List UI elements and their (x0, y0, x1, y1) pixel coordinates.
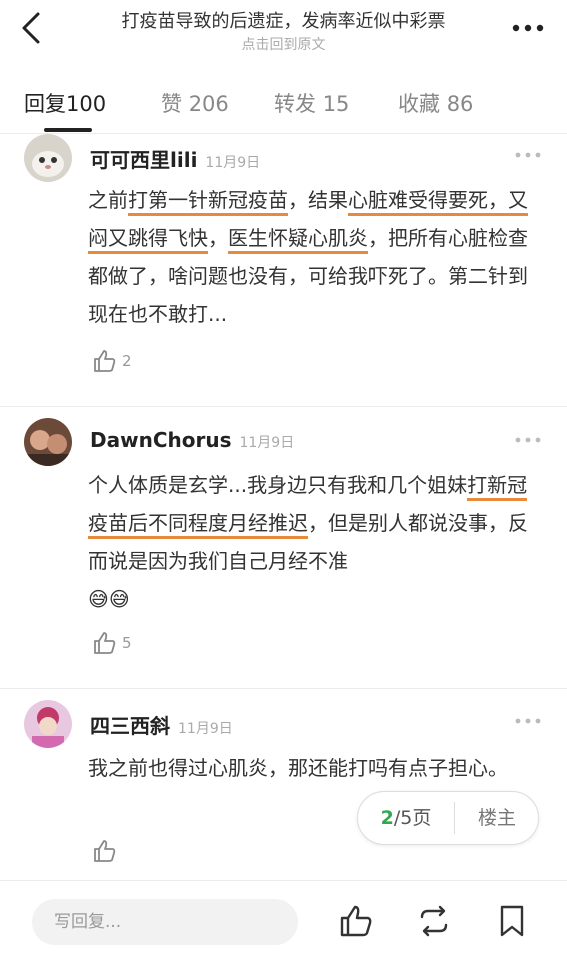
author-name[interactable]: 可可西里lili (90, 148, 197, 172)
like-post-icon[interactable] (338, 903, 374, 939)
tab-reposts[interactable]: 转发 15 (274, 88, 349, 118)
like-count: 2 (122, 352, 132, 370)
emoji-sweat-smile: 😅😅 (88, 587, 130, 611)
tab-replies-count: 100 (66, 92, 107, 116)
avatar[interactable] (24, 134, 72, 182)
divider (0, 406, 567, 407)
comment-author[interactable]: 可可西里lili 11月9日 (90, 144, 260, 173)
bookmark-icon[interactable] (494, 903, 530, 939)
tab-reposts-count: 15 (322, 92, 350, 116)
comment-date: 11月9日 (178, 721, 233, 737)
page-navigator: 2/5页 楼主 (357, 791, 539, 845)
like-count: 5 (122, 634, 132, 652)
comment-text: 我之前也得过心肌炎，那还能打吗有点子担心。 (88, 749, 540, 787)
tab-likes-count: 206 (188, 92, 229, 116)
comment-more-icon[interactable] (515, 150, 541, 160)
comment-text: 个人体质是玄学...我身边只有我和几个姐妹打新冠疫苗后不同程度月经推迟，但是别人… (88, 466, 540, 618)
back-arrow-icon[interactable] (18, 10, 48, 46)
tab-replies-label: 回复 (24, 92, 66, 116)
text-segment: ， (208, 226, 228, 250)
thumbs-up-icon[interactable] (92, 348, 118, 374)
tab-likes-label: 赞 (161, 92, 182, 116)
comment-date: 11月9日 (205, 155, 261, 171)
text-segment: ，结果 (288, 188, 348, 212)
back-to-post-link[interactable]: 点击回到原文 (70, 34, 497, 54)
page-total: /5页 (393, 807, 432, 829)
highlighted-text: 医生怀疑心肌炎 (228, 226, 368, 254)
text-segment: 个人体质是玄学...我身边只有我和几个姐妹 (88, 473, 468, 497)
author-name[interactable]: DawnChorus (90, 428, 231, 452)
page-indicator-button[interactable]: 2/5页 (358, 792, 454, 844)
tab-favorites[interactable]: 收藏 86 (398, 88, 473, 118)
op-only-button[interactable]: 楼主 (455, 792, 539, 844)
active-tab-indicator (44, 128, 92, 132)
bottom-action-bar (0, 880, 567, 960)
post-title: 打疫苗导致的后遗症，发病率近似中彩票 (121, 11, 446, 32)
tab-favorites-count: 86 (446, 92, 474, 116)
tab-bar: 回复100 赞 206 转发 15 收藏 86 (0, 62, 567, 134)
comment-author[interactable]: DawnChorus 11月9日 (90, 428, 294, 452)
avatar[interactable] (24, 700, 72, 748)
reply-input[interactable] (32, 899, 298, 945)
current-page: 2 (380, 807, 394, 829)
repost-icon[interactable] (416, 903, 452, 939)
text-segment: 之前 (88, 188, 128, 212)
highlighted-text: 心脏难受得要 (348, 188, 468, 216)
thumbs-up-icon[interactable] (92, 630, 118, 656)
author-name[interactable]: 四三西斜 (90, 714, 170, 738)
tab-replies[interactable]: 回复100 (24, 88, 106, 118)
tab-likes[interactable]: 赞 206 (161, 88, 229, 118)
comment-more-icon[interactable] (515, 716, 541, 726)
thumbs-up-icon[interactable] (92, 838, 118, 864)
comment-author[interactable]: 四三西斜 11月9日 (90, 710, 233, 739)
top-bar: 打疫苗导致的后遗症，发病率近似中彩票 点击回到原文 (0, 0, 567, 62)
avatar[interactable] (24, 418, 72, 466)
divider (0, 688, 567, 689)
more-options-icon[interactable] (511, 18, 545, 38)
comment-text: 之前打第一针新冠疫苗，结果心脏难受得要死，又闷又跳得飞快，医生怀疑心肌炎，把所有… (88, 181, 540, 333)
tab-reposts-label: 转发 (274, 92, 316, 116)
tab-favorites-label: 收藏 (398, 92, 440, 116)
comment-date: 11月9日 (239, 435, 295, 451)
highlighted-text: 打第一针新冠疫苗 (128, 188, 288, 216)
text-segment: 我之前也得过心肌炎，那还能打吗有点子担心。 (88, 756, 508, 780)
comment-more-icon[interactable] (515, 435, 541, 445)
